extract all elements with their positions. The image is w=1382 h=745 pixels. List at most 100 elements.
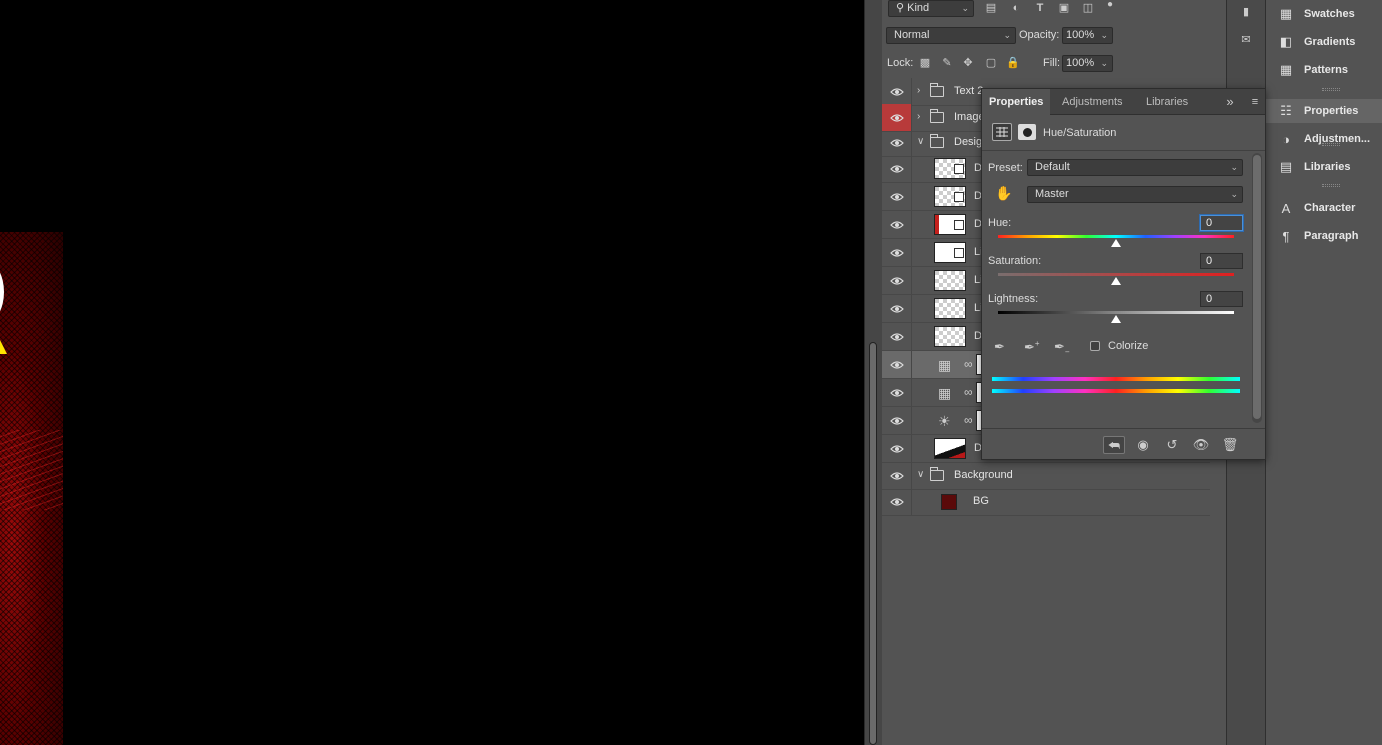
chevron-down-icon[interactable]: ∨: [917, 469, 924, 480]
history-icon[interactable]: ▮: [1239, 5, 1253, 19]
filter-pixel-icon[interactable]: ▤: [984, 1, 998, 15]
visibility-eye-icon[interactable]: [882, 488, 912, 515]
visibility-eye-icon[interactable]: [882, 129, 912, 156]
hue-slider-track[interactable]: [998, 235, 1234, 238]
hue-input[interactable]: 0: [1200, 215, 1243, 231]
dock-item-label: Libraries: [1304, 161, 1351, 173]
fill-color-swatch[interactable]: [941, 494, 957, 510]
dock-group-grip[interactable]: [1322, 184, 1340, 187]
layers-scrollbar[interactable]: [865, 0, 882, 745]
dock-item-adjustments[interactable]: ◑ Adjustmen...: [1266, 127, 1382, 151]
visibility-eye-icon[interactable]: [882, 239, 912, 266]
blend-mode-select[interactable]: Normal ⌄: [886, 27, 1016, 44]
visibility-eye-icon[interactable]: [882, 462, 912, 489]
layer-mask-icon[interactable]: [1018, 124, 1036, 140]
channel-select[interactable]: Master ⌄: [1027, 186, 1243, 203]
lock-position-icon[interactable]: ✥: [961, 56, 975, 70]
dock-group-grip[interactable]: [1322, 88, 1340, 91]
fill-field[interactable]: 100% ⌄: [1062, 55, 1113, 72]
colorize-checkbox[interactable]: [1090, 341, 1100, 351]
visibility-eye-icon[interactable]: [882, 407, 912, 434]
dock-item-gradients[interactable]: ◧ Gradients: [1266, 30, 1382, 54]
layer-thumbnail[interactable]: [934, 270, 966, 291]
filter-toggle-icon[interactable]: ●: [1103, 0, 1117, 12]
dock-item-character[interactable]: A Character: [1266, 196, 1382, 220]
visibility-eye-icon[interactable]: [882, 295, 912, 322]
lightness-slider-track[interactable]: [998, 311, 1234, 314]
opacity-field[interactable]: 100% ⌄: [1062, 27, 1113, 44]
dock-item-patterns[interactable]: ▦ Patterns: [1266, 58, 1382, 82]
clip-to-layer-icon[interactable]: ⮪: [1103, 436, 1125, 454]
saturation-slider-knob[interactable]: [1111, 277, 1121, 285]
hue-saturation-icon[interactable]: [992, 123, 1012, 141]
smart-object-badge-icon: [954, 248, 964, 258]
dock-item-properties[interactable]: ☷ Properties: [1266, 99, 1382, 123]
mask-link-icon[interactable]: ∞: [964, 357, 973, 371]
layer-row[interactable]: BG: [882, 488, 1210, 516]
properties-scrollbar-thumb[interactable]: [1253, 155, 1261, 419]
filter-kind-select[interactable]: ⚲ Kind ⌄: [888, 0, 974, 17]
toggle-visibility-icon[interactable]: 👁: [1190, 436, 1212, 454]
visibility-eye-icon[interactable]: [882, 183, 912, 210]
lightness-input[interactable]: 0: [1200, 291, 1243, 307]
visibility-eye-icon[interactable]: [882, 78, 912, 105]
properties-scrollbar[interactable]: [1252, 153, 1262, 423]
lock-transparent-icon[interactable]: ▩: [918, 56, 932, 70]
visibility-eye-icon[interactable]: [882, 211, 912, 238]
chevron-right-icon[interactable]: ›: [917, 111, 920, 122]
tab-adjustments[interactable]: Adjustments: [1055, 89, 1130, 115]
visibility-eye-icon[interactable]: [882, 435, 912, 462]
preset-select[interactable]: Default ⌄: [1027, 159, 1243, 176]
visibility-eye-icon[interactable]: [882, 104, 912, 131]
mask-link-icon[interactable]: ∞: [964, 413, 973, 427]
saturation-slider-track[interactable]: [998, 273, 1234, 276]
layer-row[interactable]: ∨ Background: [882, 462, 1210, 490]
document-canvas[interactable]: [0, 0, 864, 745]
hue-slider-knob[interactable]: [1111, 239, 1121, 247]
collapse-panel-icon[interactable]: »: [1223, 95, 1237, 109]
brightness-contrast-icon: ☀: [938, 413, 951, 429]
eyedropper-icon[interactable]: ✒: [994, 339, 1012, 357]
layer-thumbnail[interactable]: [934, 298, 966, 319]
lightness-slider-knob[interactable]: [1111, 315, 1121, 323]
dock-item-libraries[interactable]: ▤ Libraries: [1266, 155, 1382, 179]
filter-smart-object-icon[interactable]: ◫: [1081, 1, 1095, 15]
comments-icon[interactable]: ✉: [1239, 33, 1253, 47]
saturation-input[interactable]: 0: [1200, 253, 1243, 269]
filter-shape-icon[interactable]: ▣: [1057, 1, 1071, 15]
chevron-down-icon[interactable]: ∨: [917, 136, 924, 147]
lock-all-icon[interactable]: 🔒: [1006, 56, 1020, 70]
tab-libraries[interactable]: Libraries: [1139, 89, 1195, 115]
folder-icon: [930, 109, 944, 123]
lock-artboard-icon[interactable]: ▢: [984, 56, 998, 70]
reset-adjustment-icon[interactable]: ↺: [1161, 436, 1183, 454]
dock-group-grip[interactable]: [1322, 143, 1340, 146]
chevron-down-icon: ⌄: [1100, 58, 1108, 68]
visibility-eye-icon[interactable]: [882, 379, 912, 406]
dock-item-swatches[interactable]: ▦ Swatches: [1266, 2, 1382, 26]
eyedropper-add-icon[interactable]: ✒+: [1024, 339, 1042, 357]
lock-paint-icon[interactable]: ✎: [940, 56, 954, 70]
targeted-adjustment-hand-icon[interactable]: ✋: [995, 186, 1012, 200]
layers-scrollbar-thumb[interactable]: [869, 342, 877, 745]
view-previous-state-icon[interactable]: ◉: [1132, 436, 1154, 454]
visibility-eye-icon[interactable]: [882, 267, 912, 294]
adjustments-icon: ◑: [1282, 131, 1290, 147]
layer-thumbnail[interactable]: [934, 326, 966, 347]
dock-item-paragraph[interactable]: ¶ Paragraph: [1266, 224, 1382, 248]
layer-name: BG: [973, 495, 989, 507]
chevron-down-icon: ⌄: [1230, 162, 1238, 172]
filter-adjustment-icon[interactable]: ◐: [1009, 1, 1023, 15]
layer-thumbnail[interactable]: [934, 438, 966, 459]
eyedropper-subtract-icon[interactable]: ✒−: [1054, 339, 1072, 357]
chevron-right-icon[interactable]: ›: [917, 85, 920, 96]
delete-adjustment-icon[interactable]: 🗑: [1219, 436, 1241, 454]
filter-type-icon[interactable]: T: [1033, 1, 1047, 15]
photoshop-workspace: ⚲ Kind ⌄ ▤ ◐ T ▣ ◫ ● Normal ⌄ Opacity: 1…: [0, 0, 1382, 745]
mask-link-icon[interactable]: ∞: [964, 385, 973, 399]
panel-menu-icon[interactable]: ≡: [1248, 95, 1262, 109]
visibility-eye-icon[interactable]: [882, 351, 912, 378]
tab-properties[interactable]: Properties: [982, 89, 1051, 115]
visibility-eye-icon[interactable]: [882, 323, 912, 350]
visibility-eye-icon[interactable]: [882, 155, 912, 182]
